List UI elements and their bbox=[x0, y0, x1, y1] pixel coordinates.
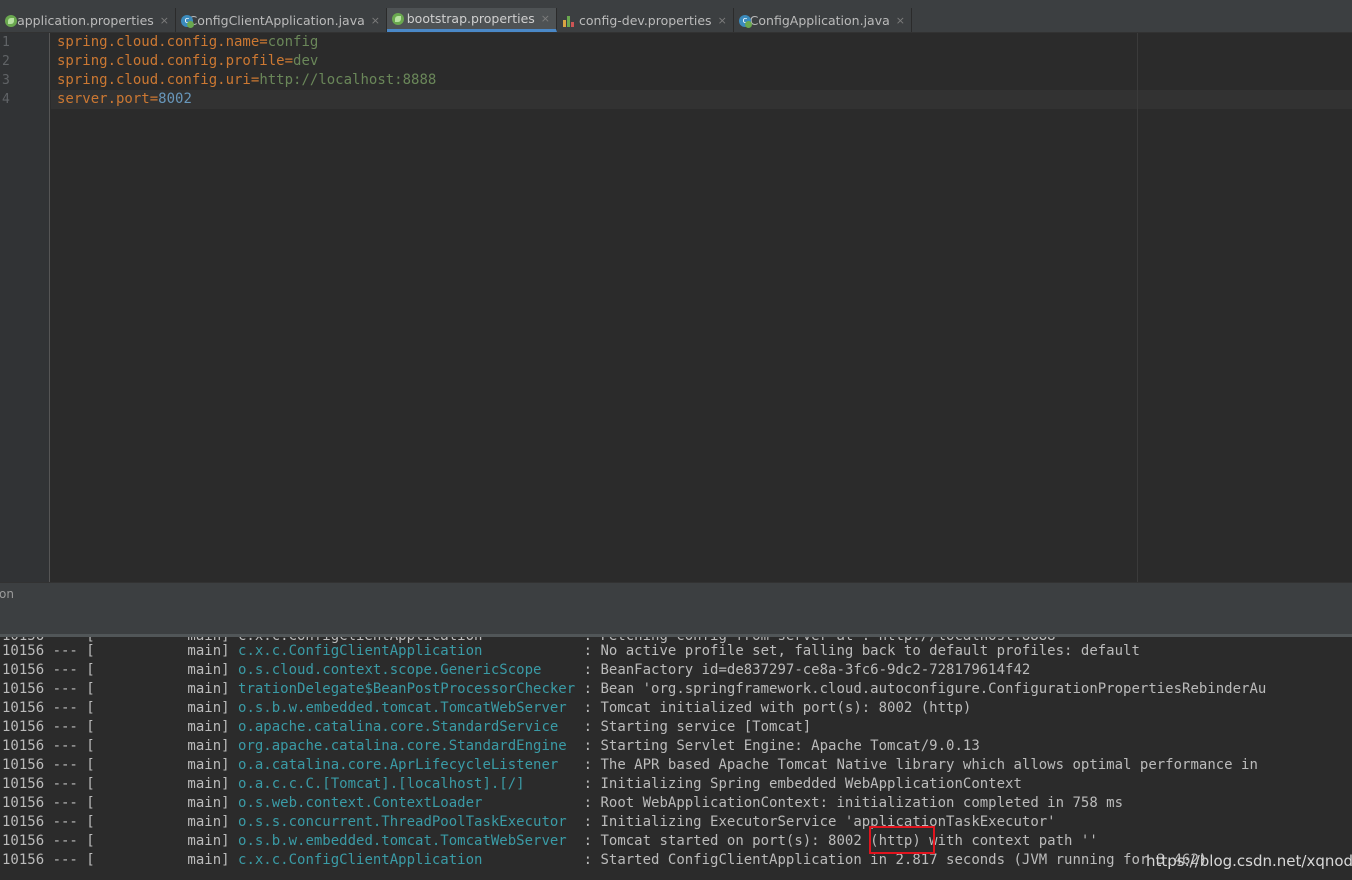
spring-class-icon: c bbox=[180, 13, 194, 28]
log-message: : No active profile set, falling back to… bbox=[575, 643, 1140, 659]
console-line: 10156 --- [ main] o.a.c.c.C.[Tomcat].[lo… bbox=[2, 775, 1022, 794]
spring-leaf-icon bbox=[391, 11, 404, 26]
log-message: : Tomcat initialized with port(s): 8002 … bbox=[575, 700, 972, 716]
logger-link[interactable]: org.apache.catalina.core.StandardEngine bbox=[238, 738, 575, 754]
tab-label: bootstrap.properties bbox=[406, 11, 535, 26]
tab-config-dev-properties[interactable]: config-dev.properties × bbox=[557, 8, 734, 32]
logger-link[interactable]: trationDelegate$BeanPostProcessorChecker bbox=[238, 681, 575, 697]
tab-bootstrap-properties[interactable]: bootstrap.properties × bbox=[387, 8, 557, 32]
log-message: : Starting service [Tomcat] bbox=[575, 719, 812, 735]
code-line[interactable]: server.port=8002 bbox=[57, 90, 192, 109]
log-prefix: 10156 --- [ main] bbox=[2, 719, 239, 735]
run-toolbar bbox=[0, 606, 1352, 634]
log-prefix: 10156 --- [ main] bbox=[2, 681, 239, 697]
log-message: : The APR based Apache Tomcat Native lib… bbox=[575, 757, 1258, 773]
logger-link[interactable]: o.a.catalina.core.AprLifecycleListener bbox=[238, 757, 575, 773]
logger-link[interactable]: o.s.web.context.ContextLoader bbox=[238, 795, 575, 811]
property-value: config bbox=[267, 34, 319, 50]
close-icon[interactable]: × bbox=[718, 14, 727, 27]
log-prefix: 10156 --- [ main] bbox=[2, 776, 239, 792]
breadcrumb-strip bbox=[0, 0, 1352, 8]
code-line[interactable]: spring.cloud.config.uri=http://localhost… bbox=[57, 71, 436, 90]
console-line: 10156 --- [ main] o.s.b.w.embedded.tomca… bbox=[2, 699, 971, 718]
equals-sign: = bbox=[284, 53, 294, 69]
tab-label: application.properties bbox=[17, 12, 154, 28]
code-line[interactable]: spring.cloud.config.name=config bbox=[57, 33, 318, 52]
tab-configapplication-java[interactable]: c ConfigApplication.java × bbox=[734, 8, 912, 32]
log-message: : Initializing ExecutorService 'applicat… bbox=[575, 814, 1056, 830]
spring-leaf-icon bbox=[4, 13, 17, 28]
close-icon[interactable]: × bbox=[541, 12, 550, 25]
close-icon[interactable]: × bbox=[160, 14, 169, 27]
tab-configclientapplication-java[interactable]: c ConfigClientApplication.java × bbox=[176, 8, 387, 32]
property-key: spring.cloud.config.uri bbox=[57, 72, 251, 88]
logger-link[interactable]: o.apache.catalina.core.StandardService bbox=[238, 719, 575, 735]
property-key: spring.cloud.config.profile bbox=[57, 53, 285, 69]
equals-sign: = bbox=[149, 91, 159, 107]
logger-link[interactable]: o.a.c.c.C.[Tomcat].[localhost].[/] bbox=[238, 776, 575, 792]
property-key: spring.cloud.config.name bbox=[57, 34, 260, 50]
logger-link[interactable]: o.s.b.w.embedded.tomcat.TomcatWebServer bbox=[238, 833, 575, 849]
line-number: 3 bbox=[2, 73, 10, 88]
tool-window-header: on bbox=[0, 582, 1352, 606]
log-prefix: 10156 --- [ main] bbox=[2, 833, 239, 849]
log-message: : Root WebApplicationContext: initializa… bbox=[575, 795, 1124, 811]
run-console[interactable]: 10156 --- [ main] c.x.c.ConfigClientAppl… bbox=[0, 637, 1352, 880]
log-prefix: 10156 --- [ main] bbox=[2, 738, 239, 754]
tool-window-title: on bbox=[0, 587, 14, 601]
equals-sign: = bbox=[259, 34, 268, 50]
log-prefix: 10156 --- [ main] bbox=[2, 795, 239, 811]
code-line[interactable]: spring.cloud.config.profile=dev bbox=[57, 52, 318, 71]
console-line: 10156 --- [ main] c.x.c.ConfigClientAppl… bbox=[2, 851, 1207, 870]
editor-tab-bar: application.properties × c ConfigClientA… bbox=[0, 8, 1352, 33]
current-line-highlight bbox=[51, 90, 1352, 109]
line-number: 2 bbox=[2, 54, 10, 69]
console-line: 10156 --- [ main] trationDelegate$BeanPo… bbox=[2, 680, 1266, 699]
log-message: : BeanFactory id=de837297-ce8a-3fc6-9dc2… bbox=[575, 662, 1031, 678]
port-highlight-box bbox=[869, 826, 935, 854]
logger-link[interactable]: c.x.c.ConfigClientApplication bbox=[238, 643, 575, 659]
console-line: 10156 --- [ main] o.apache.catalina.core… bbox=[2, 718, 811, 737]
tab-label: ConfigApplication.java bbox=[749, 12, 890, 28]
close-icon[interactable]: × bbox=[896, 14, 905, 27]
console-line: 10156 --- [ main] o.s.web.context.Contex… bbox=[2, 794, 1123, 813]
console-line: 10156 --- [ main] c.x.c.ConfigClientAppl… bbox=[2, 642, 1140, 661]
log-message: : Initializing Spring embedded WebApplic… bbox=[575, 776, 1022, 792]
right-margin-guide bbox=[1137, 33, 1138, 582]
log-message: : Started ConfigClientApplication in 2.8… bbox=[575, 852, 1208, 868]
log-prefix: 10156 --- [ main] bbox=[2, 700, 239, 716]
property-value: dev bbox=[293, 53, 319, 69]
watermark: https://blog.csdn.net/xqnode bbox=[1146, 852, 1352, 870]
line-number: 1 bbox=[2, 35, 10, 50]
logger-link[interactable]: o.s.b.w.embedded.tomcat.TomcatWebServer bbox=[238, 700, 575, 716]
line-number-gutter[interactable]: 1 2 3 4 bbox=[0, 33, 50, 582]
log-prefix: 10156 --- [ main] bbox=[2, 814, 239, 830]
log-prefix: 10156 --- [ main] bbox=[2, 757, 239, 773]
console-line: 10156 --- [ main] o.s.cloud.context.scop… bbox=[2, 661, 1030, 680]
spring-class-icon: c bbox=[738, 13, 752, 28]
log-prefix: 10156 --- [ main] bbox=[2, 643, 239, 659]
code-editor[interactable]: 1 2 3 4 spring.cloud.config.name=config … bbox=[0, 33, 1352, 582]
properties-file-icon bbox=[561, 13, 576, 28]
tab-label: config-dev.properties bbox=[579, 12, 712, 28]
log-message: : Starting Servlet Engine: Apache Tomcat… bbox=[575, 738, 980, 754]
logger-link[interactable]: o.s.s.concurrent.ThreadPoolTaskExecutor bbox=[238, 814, 575, 830]
property-value: http://localhost:8888 bbox=[259, 72, 437, 88]
tab-application-properties[interactable]: application.properties × bbox=[0, 8, 176, 32]
property-value: 8002 bbox=[158, 91, 192, 107]
log-message: : Bean 'org.springframework.cloud.autoco… bbox=[575, 681, 1267, 697]
log-prefix: 10156 --- [ main] bbox=[2, 852, 239, 868]
close-icon[interactable]: × bbox=[371, 14, 380, 27]
line-number: 4 bbox=[2, 92, 10, 107]
tab-label: ConfigClientApplication.java bbox=[188, 12, 365, 28]
console-line: 10156 --- [ main] o.a.catalina.core.AprL… bbox=[2, 756, 1258, 775]
log-prefix: 10156 --- [ main] bbox=[2, 662, 239, 678]
property-key: server.port bbox=[57, 91, 150, 107]
log-message: : Tomcat started on port(s): 8002 (http)… bbox=[575, 833, 1098, 849]
console-line: 10156 --- [ main] org.apache.catalina.co… bbox=[2, 737, 980, 756]
logger-link[interactable]: o.s.cloud.context.scope.GenericScope bbox=[238, 662, 575, 678]
logger-link[interactable]: c.x.c.ConfigClientApplication bbox=[238, 852, 575, 868]
